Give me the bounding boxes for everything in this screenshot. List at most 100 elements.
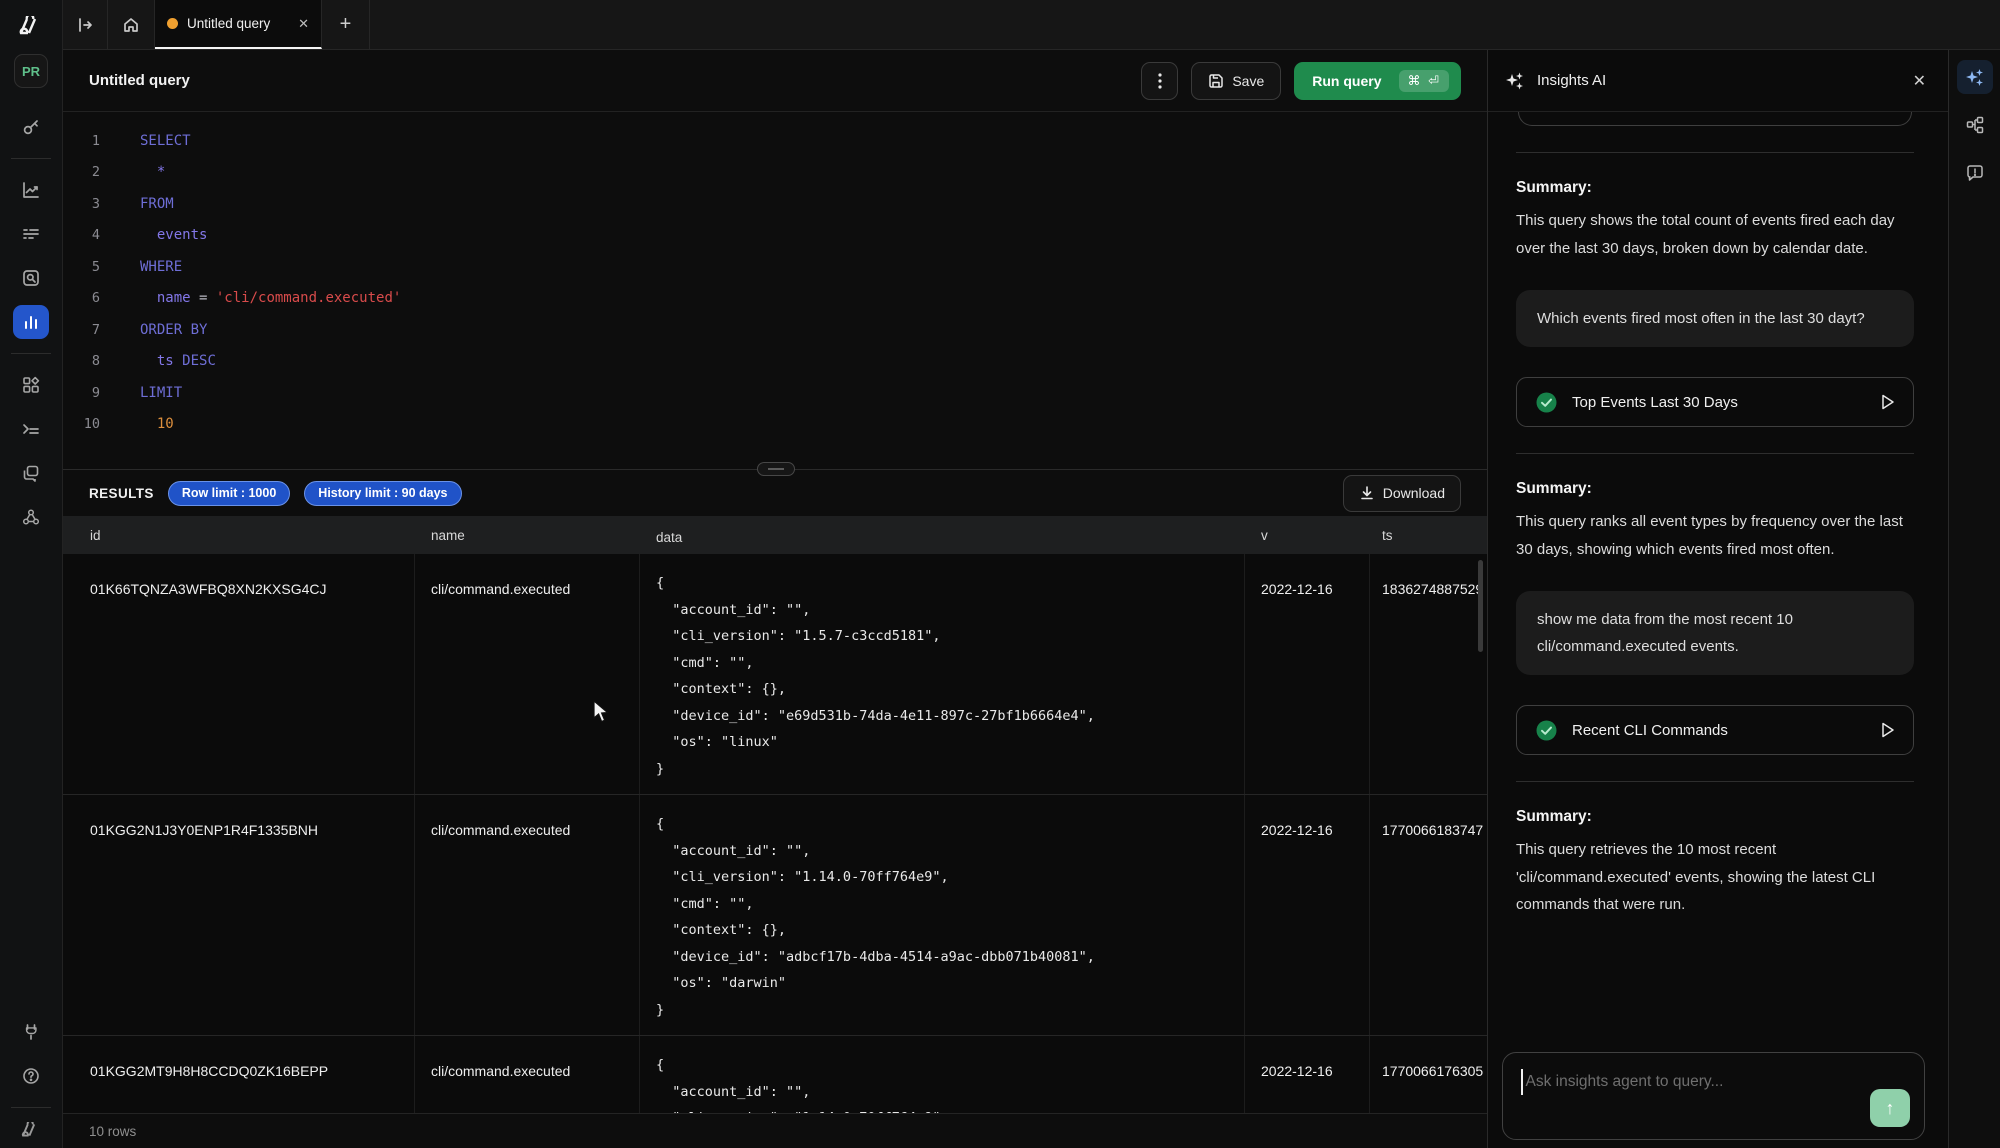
sidebar-item-apps-grid[interactable] <box>13 368 49 402</box>
json-data: { "account_id": "", "cli_version": "1.5.… <box>656 570 1236 782</box>
sidebar-collapse-button[interactable] <box>63 0 108 49</box>
column-header-ts[interactable]: ts <box>1370 528 1487 543</box>
line-number: 10 <box>63 416 113 432</box>
table-row: 01KGG2N1J3Y0ENP1R4F1335BNHcli/command.ex… <box>63 795 1487 1036</box>
code-text: name = 'cli/command.executed' <box>113 290 401 306</box>
mouse-cursor <box>592 700 612 729</box>
table-header-row: idnamedatavts <box>63 516 1487 554</box>
tree-icon <box>1965 115 1985 135</box>
line-number: 3 <box>63 196 113 212</box>
sidebar-item-webhooks[interactable] <box>13 500 49 534</box>
sidebar-item-chat[interactable] <box>13 456 49 490</box>
line-number: 7 <box>63 322 113 338</box>
cell-id: 01KGG2N1J3Y0ENP1R4F1335BNH <box>63 795 415 1035</box>
line-number: 9 <box>63 385 113 401</box>
summary-text: This query retrieves the 10 most recent … <box>1516 836 1914 919</box>
results-table: idnamedatavts 01K66TQNZA3WFBQ8XN2KXSG4CJ… <box>63 516 1487 1148</box>
column-header-data[interactable]: data <box>640 514 1245 557</box>
search-doc-icon <box>21 268 41 288</box>
query-card-label: Recent CLI Commands <box>1572 722 1728 739</box>
avatar[interactable]: PR <box>14 54 48 88</box>
summary-heading: Summary: <box>1516 179 1914 197</box>
sidebar-divider <box>11 158 51 159</box>
app-root: PR <box>0 0 2000 1148</box>
json-data: { "account_id": "", "cli_version": "1.14… <box>656 811 1236 1023</box>
left-sidebar: PR <box>0 0 63 1148</box>
cell-id: 01K66TQNZA3WFBQ8XN2KXSG4CJ <box>63 554 415 794</box>
code-text: WHERE <box>113 259 182 275</box>
editor-results-splitter <box>63 460 1487 470</box>
new-tab-button[interactable]: + <box>322 0 370 49</box>
code-line: 9LIMIT <box>63 377 1487 409</box>
run-query-button[interactable]: Run query ⌘ ⏎ <box>1294 62 1461 100</box>
sidebar-item-help[interactable] <box>13 1059 49 1093</box>
rail-item-insights-ai[interactable] <box>1957 60 1993 94</box>
code-line: 2 * <box>63 157 1487 189</box>
sidebar-item-integrations[interactable] <box>13 1015 49 1049</box>
sidebar-nav <box>11 110 51 534</box>
save-button[interactable]: Save <box>1191 62 1281 100</box>
user-message-bubble: Which events fired most often in the las… <box>1516 290 1914 347</box>
cell-name: cli/command.executed <box>415 795 640 1035</box>
tab-close-icon[interactable]: ✕ <box>298 16 309 32</box>
save-label: Save <box>1232 73 1264 89</box>
column-header-v[interactable]: v <box>1245 528 1370 543</box>
code-line: 4 events <box>63 220 1487 252</box>
code-line: 1SELECT <box>63 125 1487 157</box>
close-panel-icon[interactable]: ✕ <box>1913 71 1926 91</box>
tab-bar: Untitled query ✕ + <box>63 0 2000 50</box>
query-card-label: Top Events Last 30 Days <box>1572 394 1738 411</box>
list-icon <box>21 224 41 244</box>
ask-input[interactable]: Ask insights agent to query... ↑ <box>1502 1052 1925 1140</box>
run-shortcut-badge: ⌘ ⏎ <box>1399 70 1449 92</box>
app-logo-icon <box>16 16 46 36</box>
rail-item-feedback[interactable] <box>1957 156 1993 190</box>
cell-ts: 1836274887529 <box>1370 554 1487 794</box>
code-text: ts DESC <box>113 353 216 369</box>
page-title: Untitled query <box>89 72 190 89</box>
history-limit-badge[interactable]: History limit : 90 days <box>304 481 461 506</box>
code-line: 10 10 <box>63 409 1487 441</box>
download-button[interactable]: Download <box>1343 475 1461 512</box>
row-limit-badge[interactable]: Row limit : 1000 <box>168 481 290 506</box>
terminal-icon <box>21 419 41 439</box>
sidebar-item-list[interactable] <box>13 217 49 251</box>
sidebar-divider <box>11 353 51 354</box>
code-text: events <box>113 227 207 243</box>
code-line: 8 ts DESC <box>63 346 1487 378</box>
kebab-icon <box>1158 73 1162 89</box>
more-options-button[interactable] <box>1141 62 1178 100</box>
key-icon <box>21 117 41 137</box>
column-header-id[interactable]: id <box>63 528 415 543</box>
sidebar-item-bar-chart[interactable] <box>13 305 49 339</box>
line-number: 2 <box>63 164 113 180</box>
vertical-scrollbar[interactable] <box>1478 560 1483 652</box>
code-text: SELECT <box>113 133 191 149</box>
query-result-card[interactable]: Top Events Last 30 Days <box>1516 377 1914 427</box>
splitter-drag-handle[interactable] <box>757 462 795 476</box>
sql-editor[interactable]: 1SELECT2 *3FROM4 events5WHERE6 name = 'c… <box>63 112 1487 460</box>
send-button[interactable]: ↑ <box>1870 1089 1910 1127</box>
home-button[interactable] <box>108 0 155 49</box>
scrolled-card-remnant <box>1518 112 1912 126</box>
play-icon[interactable] <box>1881 394 1895 410</box>
summary-text: This query ranks all event types by freq… <box>1516 508 1914 563</box>
tab-untitled-query[interactable]: Untitled query ✕ <box>155 0 322 49</box>
code-line: 7ORDER BY <box>63 314 1487 346</box>
section-divider <box>1516 453 1914 454</box>
play-icon[interactable] <box>1881 722 1895 738</box>
line-chart-icon <box>21 180 41 200</box>
feedback-icon <box>1965 163 1985 183</box>
user-message-bubble: show me data from the most recent 10 cli… <box>1516 591 1914 675</box>
rail-item-schema[interactable] <box>1957 108 1993 142</box>
sidebar-item-charts[interactable] <box>13 173 49 207</box>
sidebar-item-query-search[interactable] <box>13 261 49 295</box>
sparkles-icon <box>1964 66 1986 88</box>
sidebar-item-terminal[interactable] <box>13 412 49 446</box>
sidebar-item-api-keys[interactable] <box>13 110 49 144</box>
column-header-name[interactable]: name <box>415 528 640 543</box>
code-text: FROM <box>113 196 174 212</box>
run-query-label: Run query <box>1312 73 1381 89</box>
query-result-card[interactable]: Recent CLI Commands <box>1516 705 1914 755</box>
bar-chart-icon <box>21 312 41 332</box>
